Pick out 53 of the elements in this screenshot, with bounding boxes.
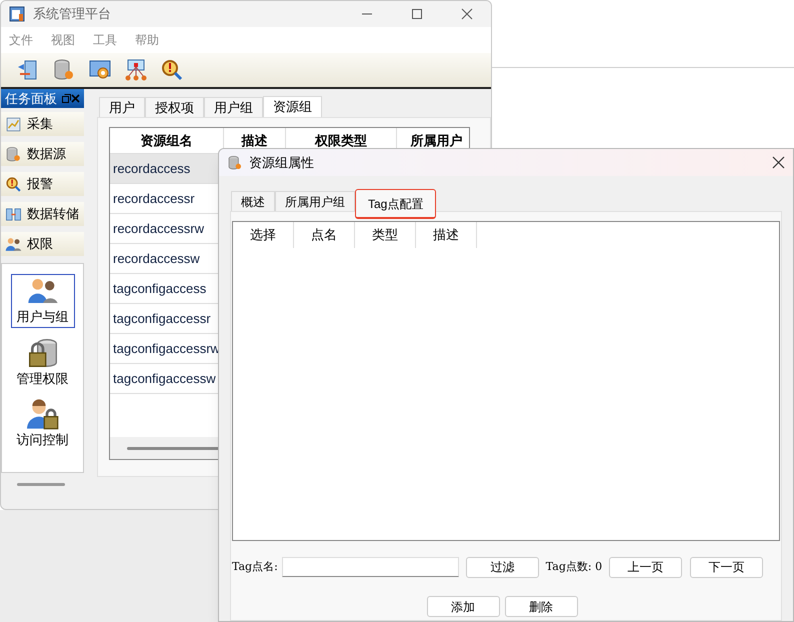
tab[interactable]: Tag点配置 (355, 189, 436, 219)
panel-title: 任务面板 (5, 90, 58, 108)
maximize-icon[interactable] (411, 8, 423, 20)
lock-database-icon (26, 336, 58, 368)
delete-button[interactable]: 删除 (504, 596, 578, 617)
input-field[interactable] (282, 557, 459, 577)
menu-item[interactable]: 文件 (9, 31, 33, 49)
database-icon (5, 146, 22, 162)
users-icon (5, 236, 22, 252)
database-icon (227, 154, 243, 170)
close-icon[interactable] (461, 8, 473, 20)
category-button[interactable]: 采集 (1, 112, 84, 136)
pin-icon[interactable] (62, 94, 71, 103)
tab[interactable]: 概述 (231, 191, 275, 211)
tab[interactable]: 资源组 (263, 96, 322, 117)
dialog-title: 资源组属性 (249, 154, 315, 172)
category-button[interactable]: 数据转储 (1, 202, 84, 226)
close-icon[interactable] (772, 156, 785, 169)
column-header[interactable]: 点名 (294, 222, 355, 248)
category-button[interactable]: 报警 (1, 172, 84, 196)
filter-button[interactable]: 过滤 (466, 556, 539, 578)
panel-item[interactable]: 管理权限 (10, 336, 74, 389)
magnifier-icon (160, 58, 184, 82)
transfer-icon (5, 206, 22, 222)
toolbar-button[interactable] (159, 57, 185, 83)
panel-item[interactable]: 用户与组 (10, 274, 74, 328)
database-icon (52, 58, 76, 82)
menu-item[interactable]: 帮助 (135, 31, 159, 49)
category-button[interactable]: 权限 (1, 232, 84, 256)
network-icon (124, 58, 148, 82)
app-icon (9, 6, 25, 22)
next-page-button[interactable]: 下一页 (690, 556, 764, 578)
tab[interactable]: 用户组 (204, 97, 263, 117)
category-button[interactable]: 数据源 (1, 142, 84, 166)
user-lock-icon (26, 398, 58, 430)
toolbar-button[interactable] (123, 57, 149, 83)
window-title: 系统管理平台 (33, 5, 112, 24)
tab[interactable]: 授权项 (145, 97, 204, 117)
tab[interactable]: 用户 (99, 97, 145, 117)
magnifier-icon (5, 176, 22, 192)
add-button[interactable]: 添加 (426, 596, 500, 617)
tab[interactable]: 所属用户组 (275, 191, 355, 211)
prev-page-button[interactable]: 上一页 (609, 556, 682, 578)
tag-count: Tag点数: 0 (546, 558, 602, 575)
column-header[interactable]: 选择 (233, 222, 294, 248)
column-header[interactable]: 描述 (416, 222, 477, 248)
menu-item[interactable]: 工具 (93, 31, 117, 49)
chart-icon (5, 116, 22, 132)
column-header[interactable]: 类型 (355, 222, 416, 248)
field-label: Tag点名: (232, 558, 278, 575)
scrollbar (17, 483, 65, 486)
menu-item[interactable]: 视图 (51, 31, 75, 49)
panel-item[interactable]: 访问控制 (10, 397, 74, 450)
